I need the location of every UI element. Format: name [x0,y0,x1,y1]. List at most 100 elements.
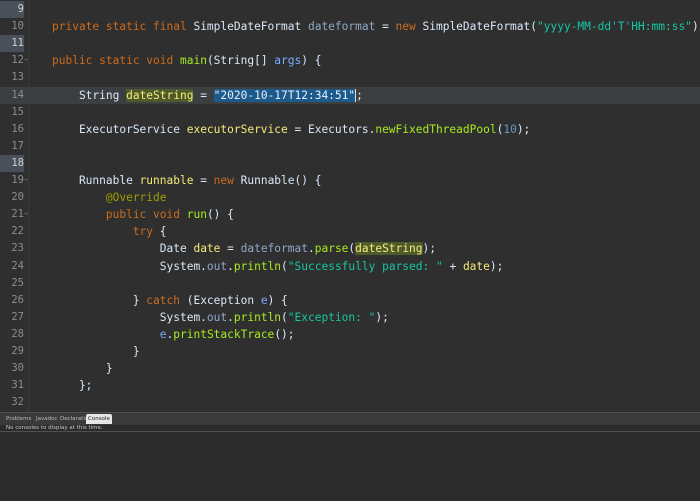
code-text[interactable]: e.printStackTrace(); [52,326,295,343]
code-line[interactable]: 18 [0,154,700,172]
code-token: e [52,327,167,341]
code-line[interactable]: 29 } [0,343,700,360]
code-text[interactable]: ExecutorService executorService = Execut… [52,121,530,138]
panel-divider [0,431,700,432]
code-line[interactable]: 25 [0,275,700,292]
line-number[interactable]: 24 [0,258,24,275]
code-token: }; [52,379,93,393]
code-text[interactable]: public static void main(String[] args) { [52,52,321,69]
code-token: System. [52,259,207,273]
code-line[interactable]: 13 [0,69,700,86]
line-number[interactable]: 20 [0,189,24,206]
code-token: args [274,54,302,68]
code-line[interactable]: 22 try { [0,223,700,240]
line-number[interactable]: 25 [0,275,24,292]
code-token: ; [356,88,363,102]
code-line[interactable]: 32 [0,394,700,411]
code-token: ( [281,259,288,273]
code-line[interactable]: 26 } catch (Exception e) { [0,292,700,309]
code-line[interactable]: 10 private static final SimpleDateFormat … [0,18,700,35]
code-text[interactable]: @Override [52,189,167,206]
line-number[interactable]: 26 [0,292,24,309]
code-line[interactable]: 20 @Override [0,189,700,206]
line-number[interactable]: 12 [0,52,24,69]
code-token: ) { [301,54,322,68]
code-line[interactable]: 12− public static void main(String[] args… [0,52,700,69]
code-text[interactable]: String dateString = "2020-10-17T12:34:51… [52,87,363,104]
code-token: SimpleDateFormat [193,20,308,34]
line-number[interactable]: 31 [0,377,24,394]
fold-icon[interactable]: − [24,172,29,189]
code-line[interactable]: 11 [0,35,700,53]
code-token: ) { [267,293,288,307]
code-text[interactable]: Runnable runnable = new Runnable() { [52,172,322,189]
code-line[interactable]: 19− Runnable runnable = new Runnable() { [0,172,700,189]
code-text[interactable]: Date date = dateformat.parse(dateString)… [52,240,436,257]
code-token: executorService [186,122,288,136]
code-token: run [186,208,207,222]
code-editor[interactable]: 9 10 private static final SimpleDateFormat… [0,0,700,412]
code-token: (Exception [186,293,261,307]
code-token: "2020-10-17T12:34:51" [213,88,356,102]
code-token: . [307,242,315,256]
fold-icon[interactable]: − [24,52,29,69]
code-line[interactable]: 30 } [0,360,700,377]
line-number[interactable]: 11 [0,35,24,53]
tab-problems[interactable]: Problems [4,414,33,424]
code-line[interactable]: 16 ExecutorService executorService = Exe… [0,121,700,138]
line-number[interactable]: 29 [0,343,24,360]
code-token: . [227,310,234,324]
code-token: } [52,293,147,307]
code-token: public void [52,208,187,222]
code-token: Runnable() { [240,174,322,187]
line-number[interactable]: 28 [0,326,24,343]
code-token: out [206,310,228,324]
code-line[interactable]: 23 Date date = dateformat.parse(dateStri… [0,240,700,257]
line-number[interactable]: 30 [0,360,24,377]
line-number[interactable]: 21 [0,206,24,223]
code-line[interactable]: 31 }; [0,377,700,394]
code-line[interactable]: 24 System.out.println("Successfully pars… [0,258,700,275]
line-number[interactable]: 10 [0,18,24,35]
code-token: main [179,54,207,68]
tab-javadoc[interactable]: Javadoc [34,414,60,424]
code-line[interactable]: 27 System.out.println("Exception: "); [0,309,700,326]
code-line[interactable]: 28 e.printStackTrace(); [0,326,700,343]
code-line[interactable]: 21− public void run() { [0,206,700,223]
line-number[interactable]: 27 [0,309,24,326]
code-token: (); [274,327,295,341]
code-text[interactable]: }; [52,377,92,394]
line-number[interactable]: 13 [0,69,24,86]
line-number[interactable]: 16 [0,121,24,138]
line-number[interactable]: 15 [0,104,24,121]
code-token: try [52,225,160,239]
code-text[interactable]: } [52,343,140,360]
code-text[interactable]: } catch (Exception e) { [52,292,288,309]
line-number[interactable]: 32 [0,394,24,411]
line-number[interactable]: 9 [0,1,24,18]
code-text[interactable]: } [52,360,113,377]
line-number[interactable]: 18 [0,154,24,172]
code-token: out [206,259,228,273]
code-token: ); [422,242,437,256]
code-line[interactable]: 15 [0,104,700,121]
line-number[interactable]: 14 [0,87,24,104]
code-token: dateString [126,88,194,102]
code-token: Runnable [52,174,140,187]
fold-icon[interactable]: − [24,206,29,223]
line-number[interactable]: 22 [0,223,24,240]
code-line[interactable]: 17 [0,138,700,155]
code-text[interactable]: private static final SimpleDateFormat da… [52,18,700,35]
code-line[interactable]: 14 String dateString = "2020-10-17T12:34… [0,86,700,104]
code-text[interactable]: try { [52,223,167,240]
line-number[interactable]: 17 [0,138,24,155]
code-text[interactable]: System.out.println("Successfully parsed:… [52,258,504,275]
line-number[interactable]: 19 [0,172,24,189]
line-number[interactable]: 23 [0,240,24,257]
code-token: ); [516,122,531,136]
code-text[interactable]: public void run() { [52,206,234,223]
code-line[interactable]: 9 [0,1,700,18]
tab-console[interactable]: Console [86,414,112,424]
code-text[interactable]: System.out.println("Exception: "); [52,309,389,326]
code-token: parse [314,242,349,256]
